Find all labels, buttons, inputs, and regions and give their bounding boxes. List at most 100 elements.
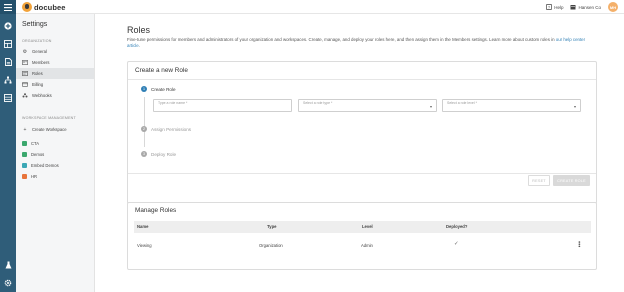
step-number: 3: [141, 151, 147, 157]
workspace-label: Demos: [31, 152, 45, 157]
step-deploy-role[interactable]: 3 Deploy Role: [141, 151, 176, 157]
roles-table-header: Name Type Level Deployed?: [134, 221, 591, 233]
row-more-options-icon[interactable]: •••: [575, 241, 581, 247]
alerts-button[interactable]: [0, 256, 16, 274]
role-type-cell: Organization: [259, 243, 283, 248]
workspace-color-swatch: [22, 141, 27, 146]
workspace-label: HR: [31, 174, 38, 179]
workspace-label: Embed Demos: [31, 163, 59, 168]
settings-rail-button[interactable]: [0, 274, 16, 292]
table-icon: [4, 94, 12, 102]
create-workspace-label: Create Workspace: [32, 127, 67, 132]
column-header-deployed: Deployed?: [446, 224, 468, 229]
chevron-down-icon: ▾: [573, 104, 576, 109]
billing-icon: [22, 82, 28, 87]
chevron-down-icon: ▾: [429, 104, 432, 109]
documents-button[interactable]: [0, 53, 16, 71]
hierarchy-icon: [4, 76, 12, 84]
hamburger-icon: [4, 3, 12, 11]
logo-text: docubee: [34, 2, 66, 12]
create-role-button[interactable]: CREATE ROLE: [553, 175, 590, 186]
sidebar-item-label: General: [32, 49, 47, 54]
roles-icon: [22, 71, 28, 76]
webhooks-icon: [22, 93, 28, 98]
sidebar-workspace-cta[interactable]: CTA: [16, 138, 94, 149]
description-text: Fine-tune permissions for members and ad…: [127, 37, 556, 42]
description-suffix: .: [138, 43, 140, 48]
org-switcher[interactable]: Hansen Co: [570, 4, 601, 10]
role-name-cell: Viewing: [137, 243, 152, 248]
help-label: Help: [554, 4, 564, 10]
sidebar-item-webhooks[interactable]: Webhooks: [16, 90, 94, 101]
add-button[interactable]: [0, 17, 16, 35]
page-title: Roles: [127, 25, 151, 35]
app-rail: [0, 0, 16, 292]
flask-icon: [5, 261, 11, 269]
card-divider: [128, 173, 596, 174]
members-icon: [22, 60, 28, 65]
settings-sidebar: Settings ORGANIZATION ⚙ General Members …: [16, 14, 95, 292]
create-workspace-button[interactable]: + Create Workspace: [16, 124, 94, 135]
org-label: Hansen Co: [578, 4, 601, 10]
role-level-cell: Admin: [361, 243, 373, 248]
sidebar-workspace-embed-demos[interactable]: Embed Demos: [16, 160, 94, 171]
card-divider: [128, 79, 596, 80]
column-header-level: Level: [362, 224, 373, 229]
role-type-select[interactable]: Select a role type * ▾: [298, 99, 437, 112]
sidebar-item-label: Members: [32, 60, 50, 65]
bee-logo-icon: [22, 2, 32, 12]
workspace-label: CTA: [31, 141, 40, 146]
gear-icon: ⚙: [22, 48, 28, 55]
role-name-input[interactable]: Type a role name *: [153, 99, 292, 112]
step-create-role[interactable]: 1 Create Role: [141, 86, 176, 92]
step-number: 2: [141, 126, 147, 132]
avatar[interactable]: MH: [608, 2, 618, 12]
sidebar-item-label: Billing: [32, 82, 44, 87]
workspace-color-swatch: [22, 163, 27, 168]
step-label: Assign Permissions: [151, 126, 192, 132]
sidebar-workspace-hr[interactable]: HR: [16, 171, 94, 182]
workspace-color-swatch: [22, 152, 27, 157]
deployed-check-icon: ✓: [454, 241, 459, 247]
docubee-logo[interactable]: docubee: [22, 2, 66, 12]
top-right-controls: ? Help Hansen Co MH: [546, 2, 618, 12]
main-content: Roles Fine-tune permissions for members …: [96, 14, 624, 292]
dashboard-button[interactable]: [0, 35, 16, 53]
menu-button[interactable]: [0, 0, 16, 14]
sidebar-item-label: Webhooks: [32, 93, 52, 98]
document-icon: [4, 58, 12, 66]
workspace-section-label: WORKSPACE MANAGEMENT: [22, 116, 76, 120]
svg-text:?: ?: [548, 5, 551, 10]
organization-section-label: ORGANIZATION: [22, 39, 52, 43]
reset-button[interactable]: RESET: [528, 175, 550, 186]
column-header-name: Name: [137, 224, 149, 229]
role-level-placeholder: Select a role level *: [447, 101, 477, 105]
create-role-title: Create a new Role: [135, 67, 188, 74]
manage-roles-title: Manage Roles: [135, 207, 177, 214]
sidebar-item-roles[interactable]: Roles: [16, 68, 94, 79]
sidebar-item-label: Roles: [32, 71, 43, 76]
tables-button[interactable]: [0, 89, 16, 107]
help-icon: ?: [546, 4, 553, 10]
role-name-placeholder: Type a role name *: [158, 101, 188, 105]
sidebar-workspace-demos[interactable]: Demos: [16, 149, 94, 160]
create-role-card: Create a new Role 1 Create Role Type a r…: [127, 61, 597, 204]
top-bar: docubee ? Help Hansen Co MH: [16, 0, 624, 14]
role-level-select[interactable]: Select a role level * ▾: [442, 99, 581, 112]
step-label: Deploy Role: [151, 151, 177, 157]
sidebar-item-general[interactable]: ⚙ General: [16, 46, 94, 57]
step-number: 1: [141, 86, 147, 92]
column-header-type: Type: [267, 224, 277, 229]
sidebar-title: Settings: [22, 21, 48, 28]
sidebar-item-members[interactable]: Members: [16, 57, 94, 68]
workflows-button[interactable]: [0, 71, 16, 89]
help-button[interactable]: ? Help: [546, 4, 563, 10]
sidebar-item-billing[interactable]: Billing: [16, 79, 94, 90]
role-type-placeholder: Select a role type *: [303, 101, 333, 105]
gear-icon: [4, 279, 12, 287]
stepper-line: [144, 97, 145, 147]
plus-circle-icon: [4, 22, 12, 30]
step-assign-permissions[interactable]: 2 Assign Permissions: [141, 126, 191, 132]
page-description: Fine-tune permissions for members and ad…: [127, 37, 597, 49]
manage-roles-card: Manage Roles: [127, 202, 597, 270]
